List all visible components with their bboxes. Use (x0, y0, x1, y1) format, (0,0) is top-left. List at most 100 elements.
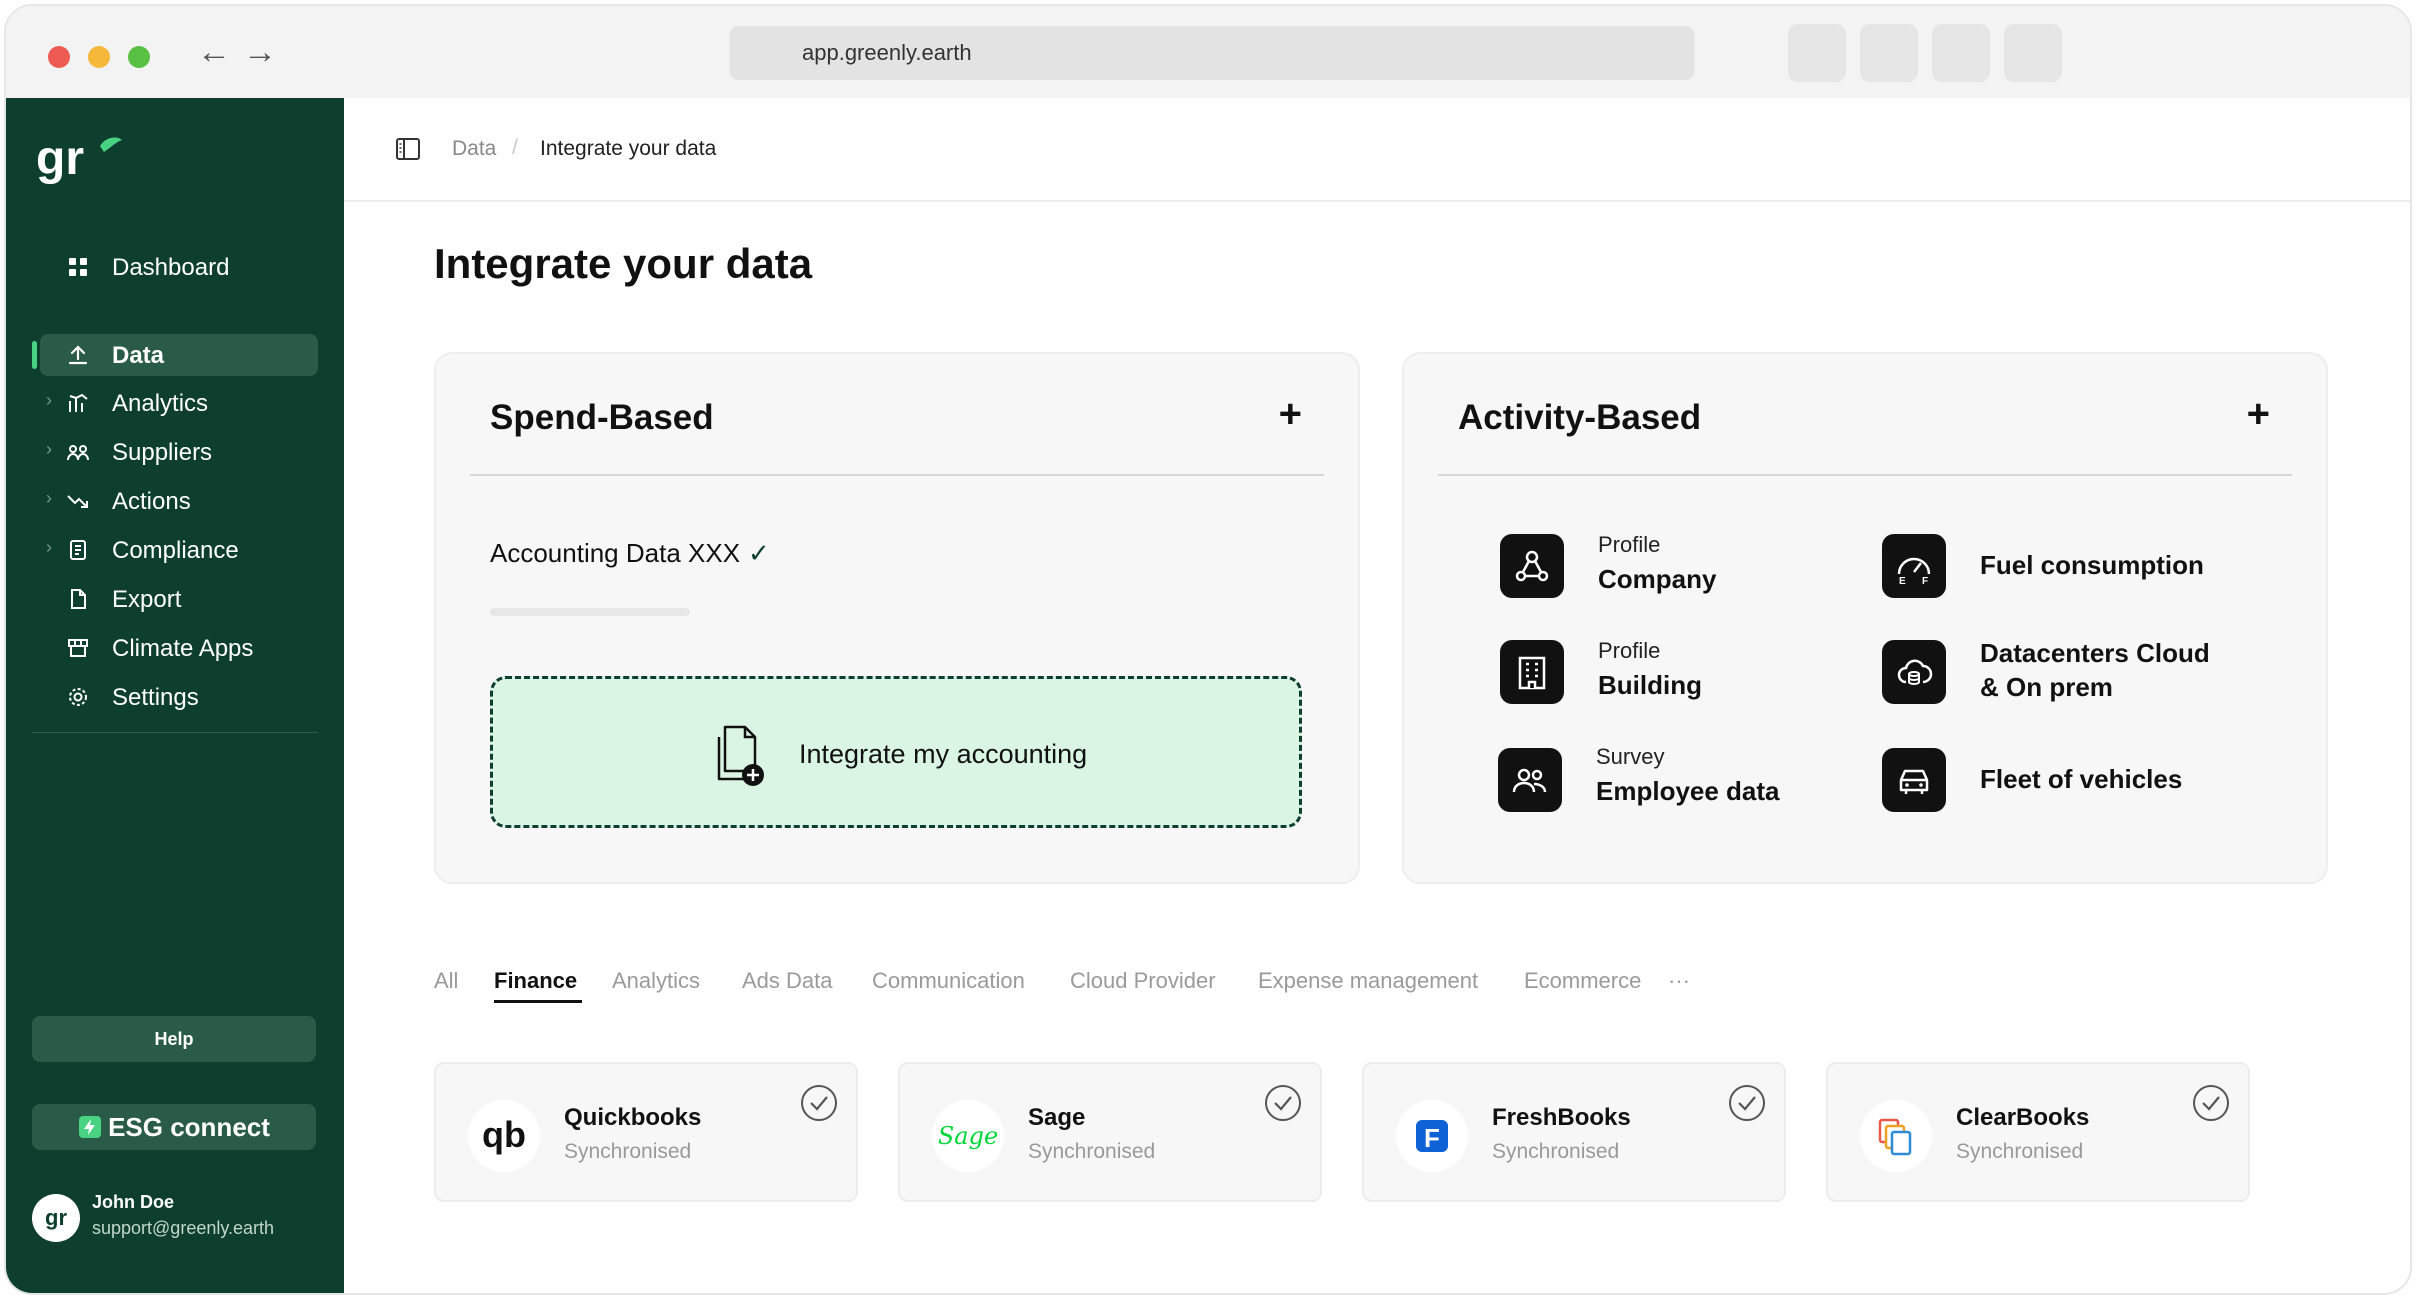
activity-item-fleet[interactable]: Fleet of vehicles (1882, 748, 2282, 818)
integration-card-quickbooks[interactable]: qb Quickbooks Synchronised (434, 1062, 858, 1202)
cloud-database-icon (1882, 640, 1946, 704)
check-circle-icon (1729, 1085, 1765, 1121)
sidebar-item-label: Settings (112, 684, 199, 711)
minimize-window-button[interactable] (88, 46, 110, 68)
add-activity-button[interactable]: + (2247, 392, 2270, 437)
gear-icon (69, 688, 87, 706)
tab-all[interactable]: All (434, 968, 458, 994)
breadcrumb-data-link[interactable]: Data (452, 137, 496, 161)
sidebar-toggle-icon[interactable] (396, 138, 420, 160)
integration-name: ClearBooks (1956, 1104, 2090, 1131)
panel-divider (1438, 474, 2292, 476)
check-circle-icon (801, 1085, 837, 1121)
chevron-right-icon: › (46, 537, 52, 557)
lightning-icon (79, 1116, 102, 1138)
activity-main-label: Employee data (1596, 776, 1780, 806)
suppliers-icon (67, 445, 89, 461)
forward-arrow-icon[interactable]: → (240, 32, 280, 72)
user-email: support@greenly.earth (92, 1218, 275, 1238)
sidebar-item-export[interactable]: Export (32, 578, 318, 620)
sidebar-item-suppliers[interactable]: › Suppliers (32, 431, 318, 473)
esg-connect-button[interactable]: ESG connect (32, 1104, 316, 1150)
sidebar-item-label: Compliance (112, 537, 239, 564)
integration-name: Quickbooks (564, 1104, 702, 1131)
svg-text:F: F (1922, 576, 1928, 586)
tab-ecommerce[interactable]: Ecommerce (1524, 968, 1641, 994)
toolbar-button-2[interactable] (1860, 24, 1918, 82)
activity-main-label: Fuel consumption (1980, 550, 2204, 580)
avatar[interactable]: gr (32, 1194, 80, 1242)
help-button[interactable]: Help (32, 1016, 316, 1062)
users-icon (1498, 748, 1562, 812)
integration-status: Synchronised (564, 1140, 692, 1163)
add-spend-button[interactable]: + (1279, 392, 1302, 437)
trend-down-icon (67, 495, 88, 508)
maximize-window-button[interactable] (128, 46, 150, 68)
panel-divider (470, 474, 1324, 476)
sidebar-item-label: Climate Apps (112, 635, 254, 662)
svg-text:F: F (1424, 1123, 1440, 1153)
activity-item-fuel[interactable]: EF Fuel consumption (1882, 534, 2282, 604)
toolbar-button-3[interactable] (1932, 24, 1990, 82)
greenly-logo[interactable]: gr (34, 130, 124, 190)
sidebar-item-label: Dashboard (112, 254, 230, 281)
svg-text:gr: gr (36, 132, 84, 185)
address-bar[interactable]: app.greenly.earth (730, 26, 1694, 80)
activity-main-label-line2: & On prem (1980, 672, 2113, 702)
esg-connect-label: ESG connect (108, 1111, 270, 1142)
grid-icon (69, 258, 87, 276)
sidebar-item-label: Actions (112, 488, 191, 515)
breadcrumb-current: Integrate your data (540, 137, 717, 160)
sidebar-item-label: Analytics (112, 390, 209, 417)
activity-main-label: Fleet of vehicles (1980, 764, 2183, 794)
network-icon (1500, 534, 1564, 598)
user-name: John Doe (92, 1192, 175, 1212)
freshbooks-logo: F (1396, 1100, 1468, 1172)
activity-based-title: Activity-Based (1458, 398, 1702, 437)
toolbar-button-1[interactable] (1788, 24, 1846, 82)
tab-finance[interactable]: Finance (494, 968, 577, 994)
integrate-accounting-dropzone[interactable]: Integrate my accounting (490, 676, 1302, 828)
sidebar-item-climate-apps[interactable]: Climate Apps (32, 627, 318, 669)
chevron-right-icon: › (46, 390, 52, 410)
tab-analytics[interactable]: Analytics (612, 968, 700, 994)
sidebar-item-dashboard[interactable]: Dashboard (32, 246, 318, 288)
activity-item-datacenters[interactable]: Datacenters Cloud & On prem (1882, 638, 2302, 710)
car-icon (1882, 748, 1946, 812)
store-icon (68, 639, 88, 657)
browser-window: ← → app.greenly.earth gr Dashboard Data … (4, 4, 2412, 1295)
activity-item-company[interactable]: Profile Company (1500, 532, 1820, 604)
activity-item-building[interactable]: Profile Building (1500, 638, 1820, 710)
integrate-accounting-label: Integrate my accounting (799, 739, 1088, 769)
tab-expense-management[interactable]: Expense management (1258, 968, 1478, 994)
building-icon (1500, 640, 1564, 704)
activity-main-label: Datacenters Cloud (1980, 638, 2210, 668)
sidebar-item-compliance[interactable]: › Compliance (32, 529, 318, 571)
tab-cloud-provider[interactable]: Cloud Provider (1070, 968, 1216, 994)
activity-item-employee[interactable]: Survey Employee data (1498, 744, 1818, 818)
sidebar-item-data[interactable]: Data (40, 334, 318, 376)
integration-name: Sage (1028, 1104, 1086, 1131)
close-window-button[interactable] (48, 46, 70, 68)
accounting-data-label: Accounting Data XXX (490, 538, 741, 568)
integration-card-clearbooks[interactable]: ClearBooks Synchronised (1826, 1062, 2250, 1202)
integration-card-sage[interactable]: Sage Sage Synchronised (898, 1062, 1322, 1202)
accounting-data-item[interactable]: Accounting Data XXX ✓ (490, 538, 770, 569)
tabs-more-button[interactable]: ··· (1668, 968, 1690, 994)
check-icon: ✓ (748, 538, 770, 568)
integration-status: Synchronised (1492, 1140, 1620, 1163)
activity-based-panel: Activity-Based + Profile Company EF Fuel… (1402, 352, 2328, 884)
integration-name: FreshBooks (1492, 1104, 1631, 1131)
tab-ads-data[interactable]: Ads Data (742, 968, 833, 994)
tab-communication[interactable]: Communication (872, 968, 1025, 994)
sidebar-item-label: Export (112, 586, 182, 613)
sidebar-item-settings[interactable]: Settings (32, 676, 318, 718)
back-arrow-icon[interactable]: ← (194, 32, 234, 72)
sidebar-item-actions[interactable]: › Actions (32, 480, 318, 522)
sidebar-item-analytics[interactable]: › Analytics (32, 382, 318, 424)
analytics-icon (69, 393, 88, 412)
svg-text:qb: qb (482, 1114, 526, 1155)
integration-card-freshbooks[interactable]: F FreshBooks Synchronised (1362, 1062, 1786, 1202)
toolbar-button-4[interactable] (2004, 24, 2062, 82)
page-title: Integrate your data (434, 240, 813, 287)
